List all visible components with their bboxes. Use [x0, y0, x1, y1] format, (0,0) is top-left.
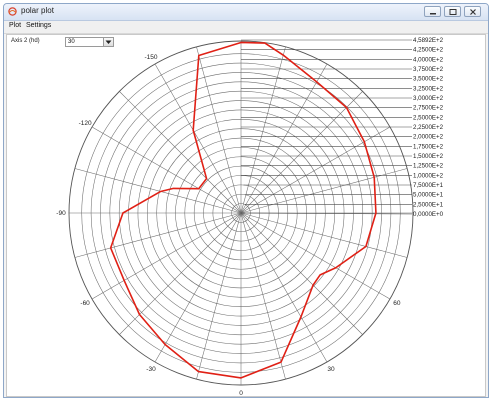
- axis-dropdown-value: 30: [68, 39, 75, 45]
- dropdown-button[interactable]: [103, 38, 113, 46]
- menu-plot[interactable]: Plot: [7, 22, 23, 29]
- radial-tick-label: 4,5892E+2: [413, 37, 444, 44]
- radial-tick-label: 1,2500E+2: [413, 163, 444, 170]
- grid-spoke: [74, 212, 242, 258]
- angle-label: -60: [80, 300, 90, 307]
- radial-tick-label: 2,7500E+2: [413, 105, 444, 112]
- grid-spoke: [196, 212, 242, 380]
- close-button[interactable]: [464, 6, 481, 17]
- radial-tick-label: 2,5000E+1: [413, 201, 444, 208]
- angle-label: -150: [144, 54, 157, 61]
- grid-spoke: [119, 212, 242, 335]
- radial-tick-label: 2,2500E+2: [413, 124, 444, 131]
- maximize-button[interactable]: [444, 6, 461, 17]
- angle-label: -120: [79, 120, 92, 127]
- plot-area: 4,5892E+2 4,2500E+2 4,0000E+2 3,7500E+2 3,50…: [6, 34, 486, 397]
- grid-spoke: [240, 212, 286, 380]
- radial-tick-label: 3,0000E+2: [413, 95, 444, 102]
- grid-spoke: [240, 212, 408, 258]
- close-icon: [470, 9, 476, 15]
- radial-tick-label: 2,0000E+2: [413, 134, 444, 141]
- menu-bar: Plot Settings: [4, 21, 488, 34]
- maximize-icon: [449, 9, 457, 15]
- radial-tick-label: 2,5000E+2: [413, 114, 444, 121]
- window-title: polar plot: [21, 6, 54, 15]
- polar-plot-window: polar plot Plot Settings 4,5892E+2 4,2500…: [3, 3, 489, 398]
- radial-tick-label: 3,2500E+2: [413, 85, 444, 92]
- radial-tick-label: 0,0000E+0: [413, 211, 444, 218]
- grid-spoke: [154, 63, 242, 214]
- grid-spoke: [240, 63, 328, 214]
- angle-label: 0: [239, 390, 243, 396]
- grid-spoke: [240, 212, 391, 300]
- chevron-down-icon: [105, 40, 112, 44]
- menu-settings[interactable]: Settings: [24, 22, 53, 29]
- minimize-button[interactable]: [424, 6, 441, 17]
- data-series-line: [109, 41, 377, 379]
- minimize-icon: [430, 13, 436, 15]
- polar-chart: 4,5892E+2 4,2500E+2 4,0000E+2 3,7500E+2 3,50…: [56, 35, 444, 396]
- radial-tick-label: 4,0000E+2: [413, 56, 444, 63]
- grid-spoke: [119, 91, 242, 214]
- grid-spoke: [196, 46, 242, 214]
- angle-label: -30: [146, 366, 156, 373]
- radial-tick-label: 7,5000E+1: [413, 182, 444, 189]
- grid-spoke: [74, 168, 242, 214]
- grid-spoke: [240, 212, 328, 363]
- angle-label: -180 / 180: [226, 35, 256, 37]
- grid-spoke: [154, 212, 242, 363]
- grid-spoke: [91, 126, 242, 214]
- angle-label: 60: [393, 300, 401, 307]
- radial-tick-label: 3,5000E+2: [413, 76, 444, 83]
- grid-spoke: [240, 126, 391, 214]
- angle-label: -90: [56, 210, 66, 217]
- radial-tick-label: 5,0000E+1: [413, 192, 444, 199]
- axis-dropdown[interactable]: 30: [65, 37, 114, 47]
- radial-tick-label: 1,0000E+2: [413, 172, 444, 179]
- angle-label: 30: [327, 366, 335, 373]
- radial-tick-label: 4,2500E+2: [413, 47, 444, 54]
- axis-label: Axis 2 (hd): [11, 38, 40, 44]
- radial-tick-label: 3,7500E+2: [413, 66, 444, 73]
- radial-tick-label: 1,7500E+2: [413, 143, 444, 150]
- radial-tick-label: 1,5000E+2: [413, 153, 444, 160]
- app-icon: [8, 7, 17, 16]
- title-bar: polar plot: [4, 4, 488, 21]
- grid-spoke: [240, 46, 286, 214]
